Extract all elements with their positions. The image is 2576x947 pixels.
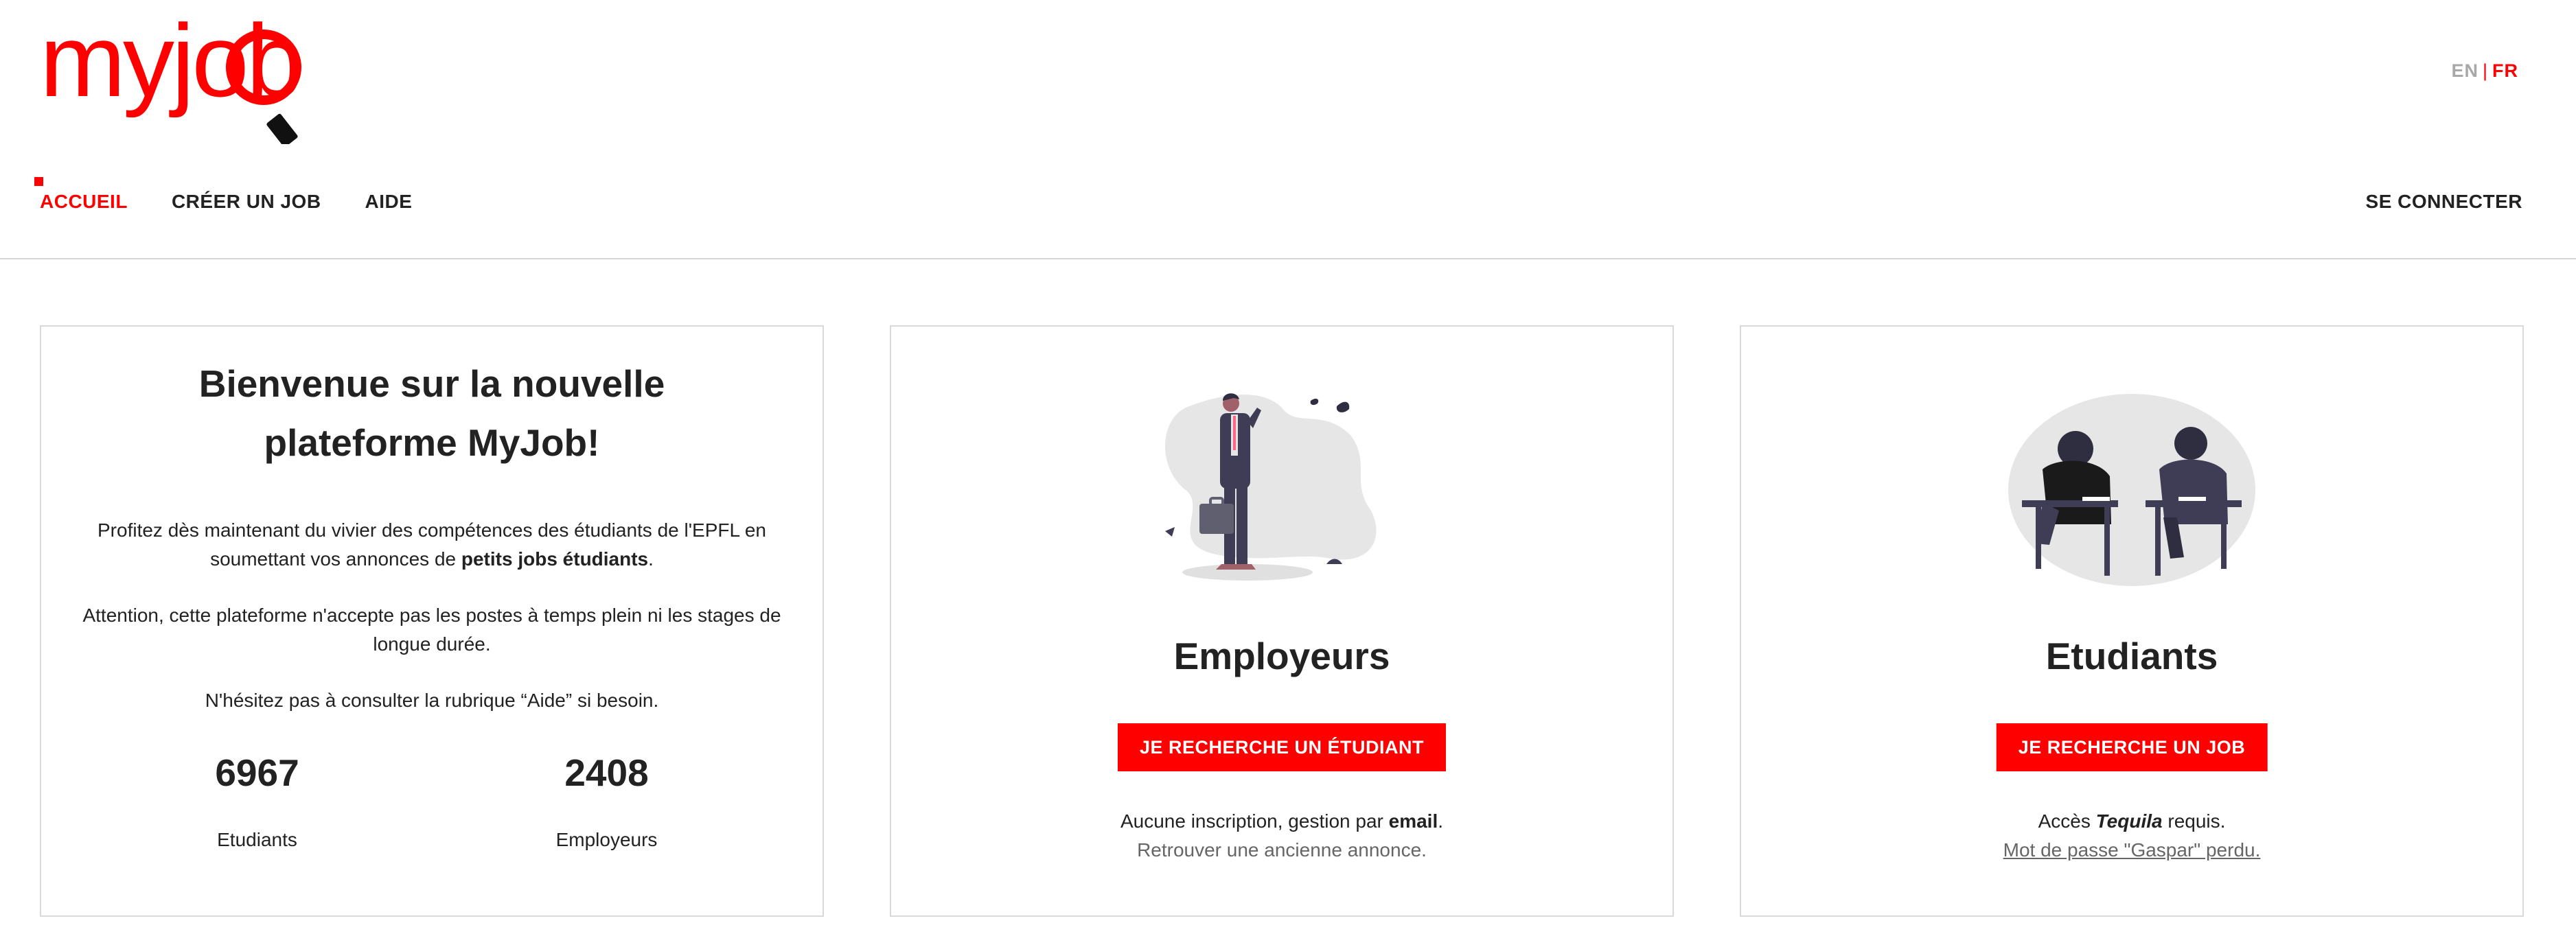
language-switch: EN | FR	[2451, 60, 2518, 82]
nav-item-aide[interactable]: AIDE	[365, 191, 413, 213]
nav-item-label: AIDE	[365, 191, 413, 212]
find-old-posting-link[interactable]: Retrouver une ancienne annonce.	[891, 836, 1672, 865]
header-divider	[0, 258, 2576, 259]
myjob-logo[interactable]: myjob	[40, 14, 356, 144]
welcome-paragraph-3: N'hésitez pas à consulter la rubrique “A…	[205, 690, 659, 711]
find-job-button[interactable]: JE RECHERCHE UN JOB	[1996, 723, 2268, 771]
stat-employers: 2408 Employeurs	[432, 752, 823, 851]
nav-item-accueil[interactable]: ACCUEIL	[34, 177, 128, 213]
students-note-line: Accès Tequila requis.	[2038, 810, 2226, 832]
welcome-title: Bienvenue sur la nouvelle plateforme MyJ…	[198, 362, 665, 464]
stat-students: 6967 Etudiants	[41, 752, 432, 851]
lost-gaspar-password-link[interactable]: Mot de passe "Gaspar" perdu.	[1741, 836, 2522, 865]
stat-label: Employeurs	[555, 829, 658, 850]
welcome-card: Bienvenue sur la nouvelle plateforme MyJ…	[40, 325, 824, 917]
page: myjob EN | FR ACCUEIL CRÉER UN JOB AIDE SE…	[0, 0, 2576, 947]
welcome-paragraph-1: Profitez dès maintenant du vivier des co…	[97, 519, 766, 570]
students-title: Etudiants	[2045, 635, 2218, 677]
students-illustration	[2008, 394, 2255, 586]
students-card: Etudiants JE RECHERCHE UN JOB Accès Tequ…	[1740, 325, 2524, 917]
bold-text: petits jobs étudiants	[461, 548, 649, 570]
active-marker	[34, 177, 43, 186]
bold-text: email	[1388, 810, 1438, 832]
stat-value: 6967	[215, 751, 299, 794]
students-note: Accès Tequila requis. Mot de passe "Gasp…	[1741, 807, 2522, 865]
main-nav: ACCUEIL CRÉER UN JOB AIDE	[34, 177, 413, 213]
stat-value: 2408	[564, 751, 649, 794]
stats: 6967 Etudiants 2408 Employeurs	[41, 752, 823, 851]
nav-item-creer-un-job[interactable]: CRÉER UN JOB	[172, 191, 321, 213]
stat-label: Etudiants	[217, 829, 297, 850]
nav-item-label: ACCUEIL	[40, 191, 128, 212]
nav-item-label: CRÉER UN JOB	[171, 191, 321, 212]
employers-note-line: Aucune inscription, gestion par email.	[1120, 810, 1444, 832]
employers-note: Aucune inscription, gestion par email. R…	[891, 807, 1672, 865]
employers-card: Employeurs JE RECHERCHE UN ÉTUDIANT Aucu…	[890, 325, 1674, 917]
lang-separator: |	[2482, 60, 2488, 81]
lang-en-link[interactable]: EN	[2451, 60, 2479, 81]
find-student-button[interactable]: JE RECHERCHE UN ÉTUDIANT	[1117, 723, 1447, 771]
businessman-illustration	[1165, 393, 1377, 581]
login-link[interactable]: SE CONNECTER	[2366, 191, 2522, 213]
bold-italic-text: Tequila	[2095, 810, 2163, 832]
lang-fr-link[interactable]: FR	[2492, 60, 2518, 81]
employers-title: Employeurs	[1173, 635, 1390, 677]
welcome-paragraph-2: Attention, cette plateforme n'accepte pa…	[82, 605, 781, 655]
